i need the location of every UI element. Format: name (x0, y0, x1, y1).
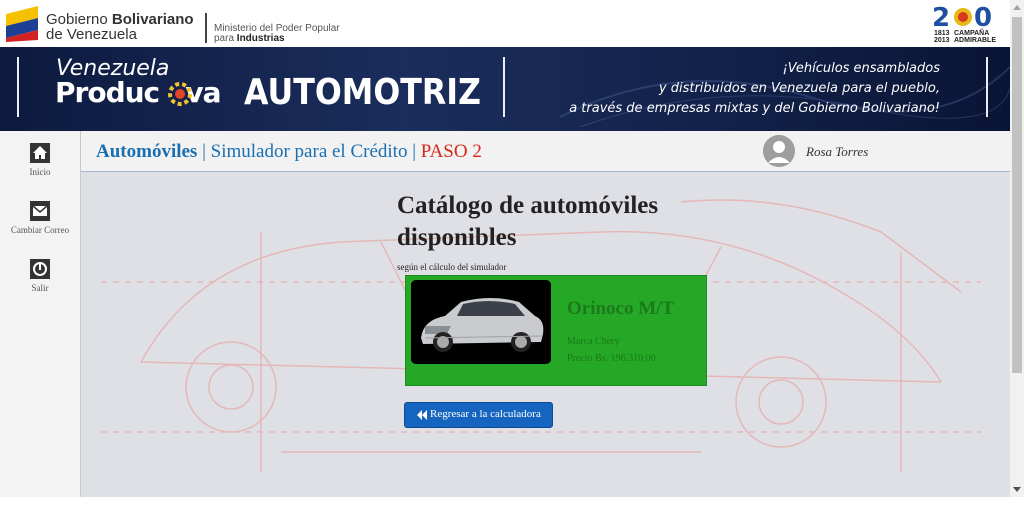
user-name[interactable]: Rosa Torres (806, 144, 868, 160)
venezuela-flag-logo (6, 6, 38, 42)
banner-mid-rule (503, 57, 505, 117)
gov-name: Gobierno Bolivariano de Venezuela (46, 11, 194, 43)
ministry-name: Ministerio del Poder Popular para Indust… (214, 23, 340, 44)
campaign-text: CAMPAÑA ADMIRABLE (954, 30, 996, 44)
car-card[interactable]: Orinoco M/T Marca Chery Precio Bs. 196.3… (405, 275, 707, 386)
banner-slogan: ¡Vehículos ensamblados y distribuidos en… (569, 61, 940, 116)
page-title: Catálogo de automóviles disponibles (397, 192, 659, 251)
breadcrumb-separator: | (197, 141, 211, 162)
page-scrollbar[interactable] (1010, 0, 1024, 497)
power-icon (30, 259, 50, 279)
gov-header: Gobierno Bolivariano de Venezuela Minist… (0, 0, 1010, 47)
scroll-down-icon[interactable] (1013, 487, 1021, 492)
banner-automotriz: AUTOMOTRIZ (244, 72, 482, 113)
double-arrow-left-icon (422, 410, 427, 420)
page-header: Automóviles | Simulador para el Crédito … (81, 131, 1010, 172)
campaign-years: 1813 2013 (934, 30, 950, 44)
banner-right-rule (986, 57, 988, 117)
user-icon (763, 135, 795, 167)
car-brand: Marca Chery (567, 336, 620, 347)
banner-productiva: Produc va (55, 76, 222, 109)
svg-text:0: 0 (974, 3, 992, 30)
left-sidebar: Inicio Cambiar Correo Salir (0, 131, 81, 497)
breadcrumb-automoviles[interactable]: Automóviles (96, 141, 197, 162)
main-content: Catálogo de automóviles disponibles segú… (81, 172, 1010, 497)
car-image[interactable] (411, 280, 551, 364)
scrollbar-thumb[interactable] (1012, 17, 1022, 373)
sidebar-item-label: Inicio (29, 167, 51, 177)
campaign-admirable-logo: 2 0 1813 2013 CAMPAÑA ADMIRABLE (932, 2, 1004, 44)
breadcrumb: Automóviles | Simulador para el Crédito … (96, 141, 482, 163)
gov-divider (205, 13, 207, 43)
back-button-label: Regresar a la calculadora (430, 408, 541, 420)
breadcrumb-step: PASO 2 (420, 141, 482, 162)
avatar[interactable] (763, 135, 795, 167)
car-photo (411, 280, 551, 364)
sidebar-item-salir[interactable]: Salir (0, 259, 80, 293)
svg-text:2: 2 (932, 3, 950, 30)
car-name: Orinoco M/T (567, 298, 675, 319)
sidebar-item-cambiar-correo[interactable]: Cambiar Correo (0, 201, 80, 235)
banner-left-rule (17, 57, 19, 117)
home-icon (30, 143, 50, 163)
scroll-up-icon[interactable] (1013, 5, 1021, 10)
page-subtitle: según el cálculo del simulador (397, 262, 507, 272)
page-footer-blank (0, 497, 1024, 528)
sidebar-item-label: Cambiar Correo (10, 225, 70, 235)
sidebar-item-inicio[interactable]: Inicio (0, 143, 80, 177)
breadcrumb-simulador[interactable]: Simulador para el Crédito (211, 141, 408, 162)
sidebar-item-label: Salir (31, 283, 49, 293)
mail-icon (30, 201, 50, 221)
back-to-calculator-button[interactable]: Regresar a la calculadora (404, 402, 553, 428)
car-price: Precio Bs. 196.310,00 (567, 353, 656, 364)
breadcrumb-separator: | (407, 141, 421, 162)
gear-icon (168, 82, 192, 106)
